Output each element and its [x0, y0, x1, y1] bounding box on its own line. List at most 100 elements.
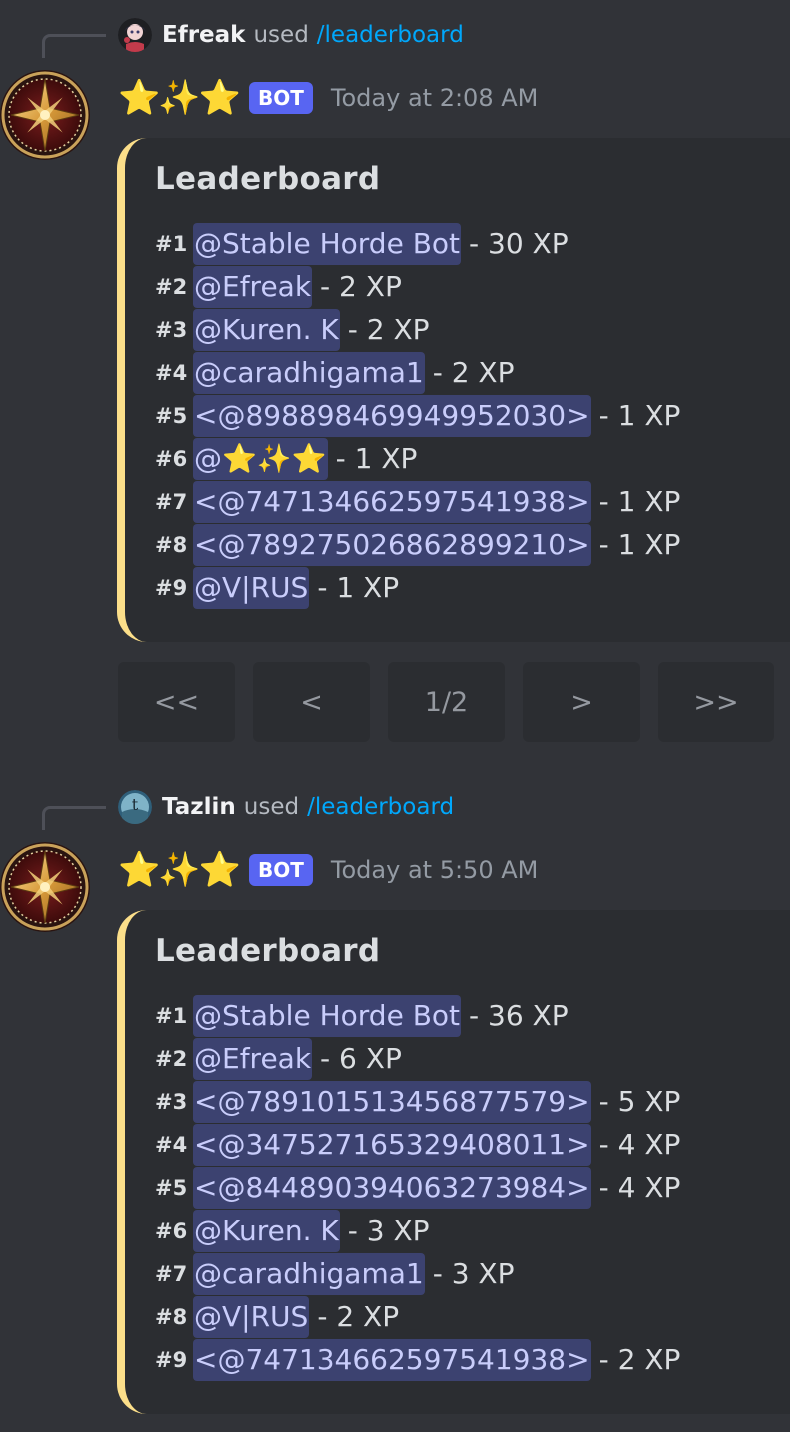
reply-connector	[42, 806, 106, 830]
bot-avatar-icon[interactable]	[0, 70, 90, 160]
rank-label: #9	[155, 1347, 188, 1372]
xp-value: - 1 XP	[598, 399, 681, 432]
bot-avatar-icon[interactable]	[0, 842, 90, 932]
prev-page-button[interactable]: <	[253, 662, 370, 742]
user-mention[interactable]: @Efreak	[193, 1037, 313, 1080]
bot-username[interactable]: ⭐✨⭐	[118, 850, 241, 890]
user-mention[interactable]: @Kuren. K	[193, 1209, 340, 1252]
xp-value: - 30 XP	[469, 227, 569, 260]
rank-label: #5	[155, 403, 188, 428]
rank-label: #1	[155, 231, 188, 256]
rank-label: #2	[155, 274, 188, 299]
leaderboard-row: #2 @Efreak - 6 XP	[155, 1037, 402, 1080]
leaderboard-row: #1 @Stable Horde Bot - 36 XP	[155, 994, 569, 1037]
message-header: ⭐✨⭐ BOT Today at 2:08 AM	[118, 76, 538, 120]
leaderboard-row: #4 @caradhigama1 - 2 XP	[155, 351, 515, 394]
rank-label: #8	[155, 532, 188, 557]
user-mention[interactable]: @caradhigama1	[193, 1252, 425, 1295]
xp-value: - 2 XP	[320, 270, 402, 303]
leaderboard-row: #3 @Kuren. K - 2 XP	[155, 308, 430, 351]
first-page-button[interactable]: <<	[118, 662, 235, 742]
user-mention[interactable]: @Kuren. K	[193, 308, 340, 351]
xp-value: - 1 XP	[335, 442, 418, 475]
reply-context[interactable]: Efreak used /leaderboard	[118, 18, 464, 52]
xp-value: - 2 XP	[317, 1300, 400, 1333]
bot-badge: BOT	[249, 82, 313, 114]
message-timestamp: Today at 2:08 AM	[330, 84, 539, 112]
user-mention[interactable]: <@898898469949952030>	[193, 394, 591, 437]
reply-used-text: used	[243, 794, 300, 820]
bot-username[interactable]: ⭐✨⭐	[118, 78, 241, 118]
rank-label: #7	[155, 1261, 188, 1286]
user-mention[interactable]: @V|RUS	[193, 566, 310, 609]
rank-label: #3	[155, 1089, 188, 1114]
user-mention[interactable]: <@347527165329408011>	[193, 1123, 591, 1166]
page-indicator-button[interactable]: 1/2	[388, 662, 505, 742]
leaderboard-row: #8 <@789275026862899210> - 1 XP	[155, 523, 680, 566]
rank-label: #1	[155, 1003, 188, 1028]
xp-value: - 1 XP	[598, 528, 681, 561]
leaderboard-row: #3 <@789101513456877579> - 5 XP	[155, 1080, 680, 1123]
rank-label: #8	[155, 1304, 188, 1329]
xp-value: - 3 XP	[432, 1257, 515, 1290]
xp-value: - 2 XP	[432, 356, 515, 389]
svg-text:t: t	[132, 795, 139, 814]
user-mention[interactable]: @⭐✨⭐	[193, 437, 328, 480]
rank-label: #2	[155, 1046, 188, 1071]
user-mention[interactable]: @caradhigama1	[193, 351, 425, 394]
leaderboard-row: #2 @Efreak - 2 XP	[155, 265, 402, 308]
leaderboard-row: #9 <@747134662597541938> - 2 XP	[155, 1338, 680, 1381]
leaderboard-row: #5 <@898898469949952030> - 1 XP	[155, 394, 680, 437]
reply-command[interactable]: /leaderboard	[317, 22, 464, 48]
leaderboard-embed: Leaderboard #1 @Stable Horde Bot - 30 XP…	[117, 138, 790, 642]
efreak-avatar-icon[interactable]	[118, 18, 152, 52]
user-mention[interactable]: <@789101513456877579>	[193, 1080, 591, 1123]
xp-value: - 4 XP	[598, 1128, 681, 1161]
rank-label: #7	[155, 489, 188, 514]
message-timestamp: Today at 5:50 AM	[330, 856, 539, 884]
rank-label: #6	[155, 1218, 188, 1243]
next-page-button[interactable]: >	[523, 662, 640, 742]
xp-value: - 6 XP	[320, 1042, 402, 1075]
rank-label: #4	[155, 1132, 188, 1157]
reply-connector	[42, 34, 106, 58]
leaderboard-embed: Leaderboard #1 @Stable Horde Bot - 36 XP…	[117, 910, 790, 1414]
last-page-button[interactable]: >>	[658, 662, 774, 742]
bot-badge: BOT	[249, 854, 313, 886]
xp-value: - 2 XP	[598, 1343, 681, 1376]
xp-value: - 5 XP	[598, 1085, 681, 1118]
user-mention[interactable]: <@747134662597541938>	[193, 1338, 591, 1381]
leaderboard-row: #4 <@347527165329408011> - 4 XP	[155, 1123, 680, 1166]
rank-label: #5	[155, 1175, 188, 1200]
leaderboard-row: #1 @Stable Horde Bot - 30 XP	[155, 222, 569, 265]
tazlin-avatar-icon[interactable]: t	[118, 790, 152, 824]
leaderboard-row: #7 @caradhigama1 - 3 XP	[155, 1252, 515, 1295]
embed-title: Leaderboard	[155, 161, 381, 197]
reply-username[interactable]: Efreak	[162, 22, 245, 48]
user-mention[interactable]: @Efreak	[193, 265, 313, 308]
reply-command[interactable]: /leaderboard	[307, 794, 454, 820]
user-mention[interactable]: @V|RUS	[193, 1295, 310, 1338]
xp-value: - 3 XP	[347, 1214, 430, 1247]
xp-value: - 4 XP	[598, 1171, 681, 1204]
leaderboard-row: #6 @Kuren. K - 3 XP	[155, 1209, 430, 1252]
pagination-bar: << < 1/2 > >>	[118, 662, 774, 742]
rank-label: #9	[155, 575, 188, 600]
rank-label: #4	[155, 360, 188, 385]
xp-value: - 36 XP	[469, 999, 569, 1032]
leaderboard-row: #7 <@747134662597541938> - 1 XP	[155, 480, 680, 523]
message-header: ⭐✨⭐ BOT Today at 5:50 AM	[118, 848, 538, 892]
embed-title: Leaderboard	[155, 933, 381, 969]
user-mention[interactable]: @Stable Horde Bot	[193, 222, 462, 265]
rank-label: #6	[155, 446, 188, 471]
user-mention[interactable]: <@747134662597541938>	[193, 480, 591, 523]
reply-used-text: used	[253, 22, 309, 48]
reply-username[interactable]: Tazlin	[162, 794, 236, 820]
leaderboard-row: #6 @⭐✨⭐ - 1 XP	[155, 437, 417, 480]
user-mention[interactable]: @Stable Horde Bot	[193, 994, 462, 1037]
leaderboard-row: #8 @V|RUS - 2 XP	[155, 1295, 399, 1338]
user-mention[interactable]: <@789275026862899210>	[193, 523, 591, 566]
reply-context[interactable]: t Tazlin used /leaderboard	[118, 790, 454, 824]
leaderboard-row: #9 @V|RUS - 1 XP	[155, 566, 399, 609]
user-mention[interactable]: <@844890394063273984>	[193, 1166, 591, 1209]
